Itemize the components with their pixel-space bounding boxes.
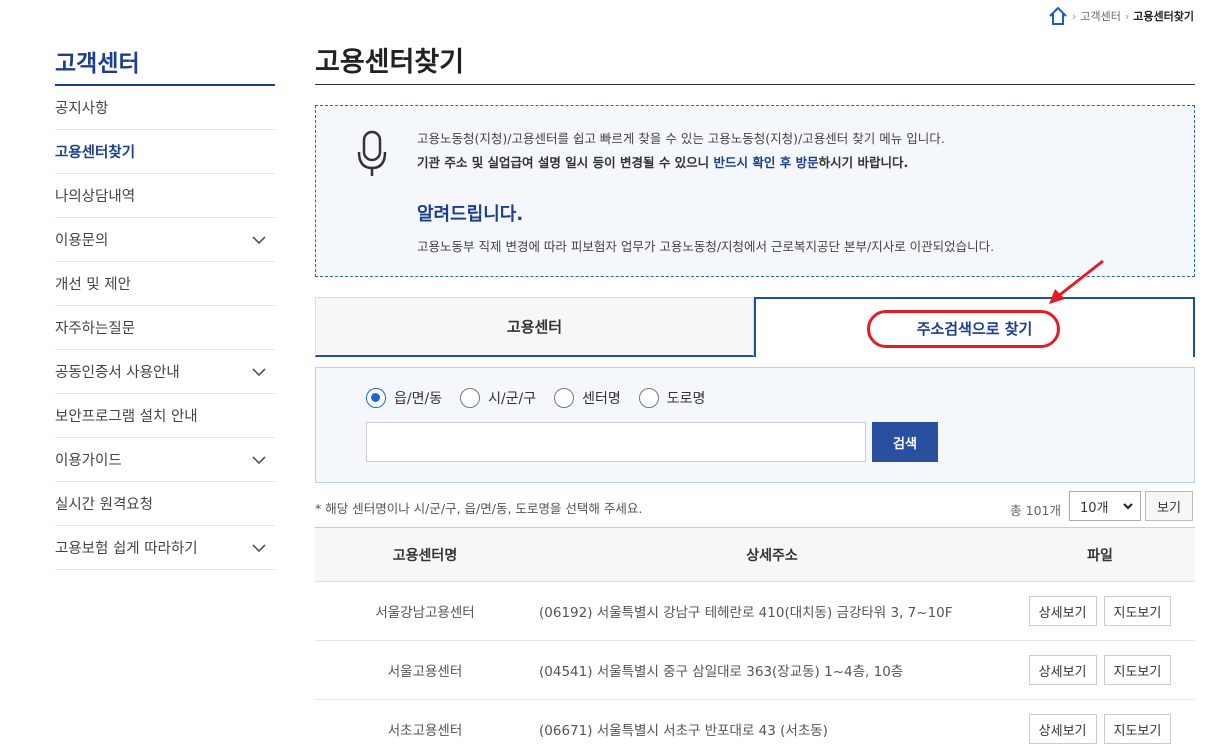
notice-heading: 알려드립니다.	[417, 204, 524, 225]
sidebar-item-security[interactable]: 보안프로그램 설치 안내	[55, 394, 275, 438]
sidebar-item-label: 공동인증서 사용안내	[55, 365, 180, 381]
detail-button[interactable]: 상세보기	[1028, 714, 1097, 744]
sidebar-item-label: 나의상담내역	[55, 189, 136, 205]
center-name: 서초고용센터	[387, 723, 463, 739]
radio-eup-myeon-dong[interactable]: 읍/면/동	[366, 388, 442, 408]
center-address: (04541) 서울특별시 중구 삼일대로 363(장교동) 1~4층, 10층	[539, 664, 904, 680]
map-button[interactable]: 지도보기	[1103, 655, 1172, 685]
table-row: 서울강남고용센터 (06192) 서울특별시 강남구 테헤란로 410(대치동)…	[315, 582, 1195, 641]
result-count: 총 101개	[1010, 503, 1061, 518]
notice-highlight: 반드시 확인 후 방문	[713, 155, 819, 170]
sidebar-item-my-consult[interactable]: 나의상담내역	[55, 174, 275, 218]
sidebar-item-easy-guide[interactable]: 고용보험 쉽게 따라하기	[55, 526, 275, 570]
notice-text: 고용노동청(지청)/고용센터를 쉽고 빠르게 찾을 수 있는 고용노동청(지청)…	[417, 127, 945, 175]
sidebar-item-label: 고용보험 쉽게 따라하기	[55, 541, 198, 557]
table-row: 서초고용센터 (06671) 서울특별시 서초구 반포대로 43 (서초동) 상…	[315, 700, 1195, 754]
center-name: 서울고용센터	[387, 664, 463, 680]
results-table: 고용센터명 상세주소 파일 서울강남고용센터 (06192) 서울특별시 강남구…	[315, 527, 1195, 754]
radio-si-gun-gu[interactable]: 시/군/구	[460, 388, 536, 408]
chevron-down-icon	[252, 543, 266, 552]
sidebar-item-remote[interactable]: 실시간 원격요청	[55, 482, 275, 526]
tab-bar: 고용센터 주소검색으로 찾기	[315, 259, 1195, 357]
view-button[interactable]: 보기	[1145, 491, 1193, 521]
main-content: 고용센터찾기 고용노동청(지청)/고용센터를 쉽고 빠르게 찾을 수 있는 고용…	[315, 40, 1195, 754]
table-header: 고용센터명 상세주소 파일	[315, 527, 1195, 582]
result-bar: * 해당 센터명이나 시/군/구, 읍/면/동, 도로명을 선택해 주세요. 총…	[315, 491, 1195, 523]
column-header: 고용센터명	[392, 547, 458, 564]
chevron-down-icon	[252, 455, 266, 464]
sidebar-item-inquiry[interactable]: 이용문의	[55, 218, 275, 262]
search-hint: * 해당 센터명이나 시/군/구, 읍/면/동, 도로명을 선택해 주세요.	[315, 501, 643, 516]
notice-sub: 고용노동부 직제 변경에 따라 피보험자 업무가 고용노동청/지청에서 근로복지…	[417, 239, 995, 254]
sidebar-item-label: 이용문의	[55, 233, 109, 249]
tab-address-search[interactable]: 주소검색으로 찾기	[754, 297, 1195, 357]
column-header: 상세주소	[746, 547, 798, 564]
sidebar-item-label: 개선 및 제안	[55, 277, 131, 293]
search-input[interactable]	[366, 422, 866, 462]
radio-road-name[interactable]: 도로명	[638, 388, 705, 408]
search-button[interactable]: 검색	[872, 422, 938, 462]
sidebar-item-label: 공지사항	[55, 101, 109, 117]
center-address: (06671) 서울특별시 서초구 반포대로 43 (서초동)	[539, 723, 828, 739]
tab-employment-center[interactable]: 고용센터	[315, 297, 754, 357]
chevron-down-icon	[252, 367, 266, 376]
map-button[interactable]: 지도보기	[1103, 714, 1172, 744]
detail-button[interactable]: 상세보기	[1028, 655, 1097, 685]
center-address: (06192) 서울특별시 강남구 테헤란로 410(대치동) 금강타워 3, …	[539, 605, 953, 621]
search-type-radios: 읍/면/동 시/군/구 센터명 도로명	[366, 388, 705, 408]
sidebar-item-label: 이용가이드	[55, 453, 122, 469]
sidebar-item-faq[interactable]: 자주하는질문	[55, 306, 275, 350]
sidebar-item-label: 실시간 원격요청	[55, 497, 153, 513]
radio-center-name[interactable]: 센터명	[554, 388, 621, 408]
chevron-right-icon: ›	[1124, 9, 1130, 23]
notice-line1: 고용노동청(지청)/고용센터를 쉽고 빠르게 찾을 수 있는 고용노동청(지청)…	[417, 131, 945, 146]
sidebar-item-find-center[interactable]: 고용센터찾기	[55, 130, 275, 174]
sidebar: 고객센터 공지사항 고용센터찾기 나의상담내역 이용문의 개선 및 제안 자주하…	[55, 44, 275, 570]
breadcrumb-current: 고용센터찾기	[1133, 10, 1194, 23]
page-title: 고용센터찾기	[315, 40, 1195, 85]
sidebar-item-label: 보안프로그램 설치 안내	[55, 409, 198, 425]
page-size-select[interactable]: 10개	[1069, 491, 1141, 521]
home-icon[interactable]	[1048, 6, 1068, 26]
chevron-down-icon	[252, 235, 266, 244]
map-button[interactable]: 지도보기	[1103, 596, 1172, 626]
sidebar-item-label: 고용센터찾기	[55, 145, 136, 161]
sidebar-item-notice[interactable]: 공지사항	[55, 86, 275, 130]
detail-button[interactable]: 상세보기	[1028, 596, 1097, 626]
search-panel: 읍/면/동 시/군/구 센터명 도로명 검색	[315, 367, 1195, 483]
column-header: 파일	[1087, 547, 1113, 564]
breadcrumb-level1[interactable]: 고객센터	[1080, 8, 1120, 24]
sidebar-item-suggestion[interactable]: 개선 및 제안	[55, 262, 275, 306]
sidebar-item-label: 자주하는질문	[55, 321, 136, 337]
sidebar-title: 고객센터	[55, 44, 275, 86]
center-name: 서울강남고용센터	[375, 605, 475, 621]
sidebar-item-guide[interactable]: 이용가이드	[55, 438, 275, 482]
breadcrumb: › 고객센터 › 고용센터찾기	[1048, 6, 1194, 26]
notice-box: 고용노동청(지청)/고용센터를 쉽고 빠르게 찾을 수 있는 고용노동청(지청)…	[315, 105, 1195, 277]
chevron-down-icon	[1123, 503, 1133, 510]
chevron-right-icon: ›	[1071, 9, 1077, 23]
notice-line2: 기관 주소 및 실업급여 설명 일시 등이 변경될 수 있으니 반드시 확인 후…	[417, 155, 909, 170]
sidebar-item-certificate[interactable]: 공동인증서 사용안내	[55, 350, 275, 394]
table-row: 서울고용센터 (04541) 서울특별시 중구 삼일대로 363(장교동) 1~…	[315, 641, 1195, 700]
microphone-icon	[357, 130, 387, 176]
